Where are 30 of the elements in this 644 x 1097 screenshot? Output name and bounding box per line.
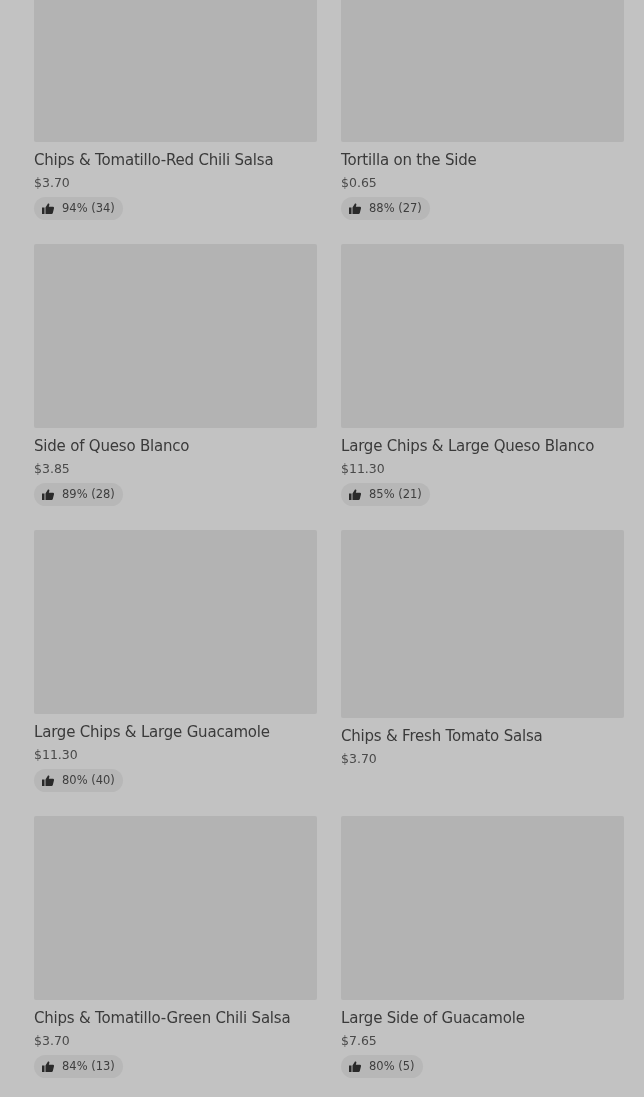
rating-text: 88% (27)	[369, 201, 422, 216]
item-price: $3.70	[34, 173, 70, 192]
thumbs-up-icon	[349, 488, 361, 500]
item-price: $3.70	[34, 1031, 70, 1050]
thumbs-up-icon	[42, 774, 54, 786]
item-price: $3.85	[34, 459, 70, 478]
item-price: $0.65	[341, 173, 377, 192]
rating-text: 94% (34)	[62, 201, 115, 216]
item-name: Large Chips & Large Queso Blanco	[341, 435, 595, 457]
item-price: $3.70	[341, 750, 377, 768]
item-name: Side of Queso Blanco	[34, 435, 190, 457]
item-name: Large Side of Guacamole	[341, 1007, 525, 1029]
thumbs-up-icon	[42, 202, 54, 214]
item-name: Chips & Tomatillo-Green Chili Salsa	[34, 1007, 291, 1029]
rating-text: 84% (13)	[62, 1059, 115, 1074]
rating-text: 80% (40)	[62, 773, 115, 788]
rating-text: 89% (28)	[62, 487, 115, 502]
item-price: $11.30	[34, 745, 78, 764]
thumbs-up-icon	[349, 1060, 361, 1072]
item-name: Chips & Fresh Tomato Salsa	[341, 726, 543, 747]
thumbs-up-icon	[42, 488, 54, 500]
rating-text: 80% (5)	[369, 1059, 415, 1074]
thumbs-up-icon	[42, 1060, 54, 1072]
thumbs-up-icon	[349, 202, 361, 214]
item-name: Tortilla on the Side	[341, 149, 477, 171]
item-name: Chips & Tomatillo-Red Chili Salsa	[34, 149, 274, 171]
item-price: $7.65	[341, 1031, 377, 1050]
item-price: $11.30	[341, 459, 385, 478]
item-name: Large Chips & Large Guacamole	[34, 721, 270, 743]
rating-text: 85% (21)	[369, 487, 422, 502]
